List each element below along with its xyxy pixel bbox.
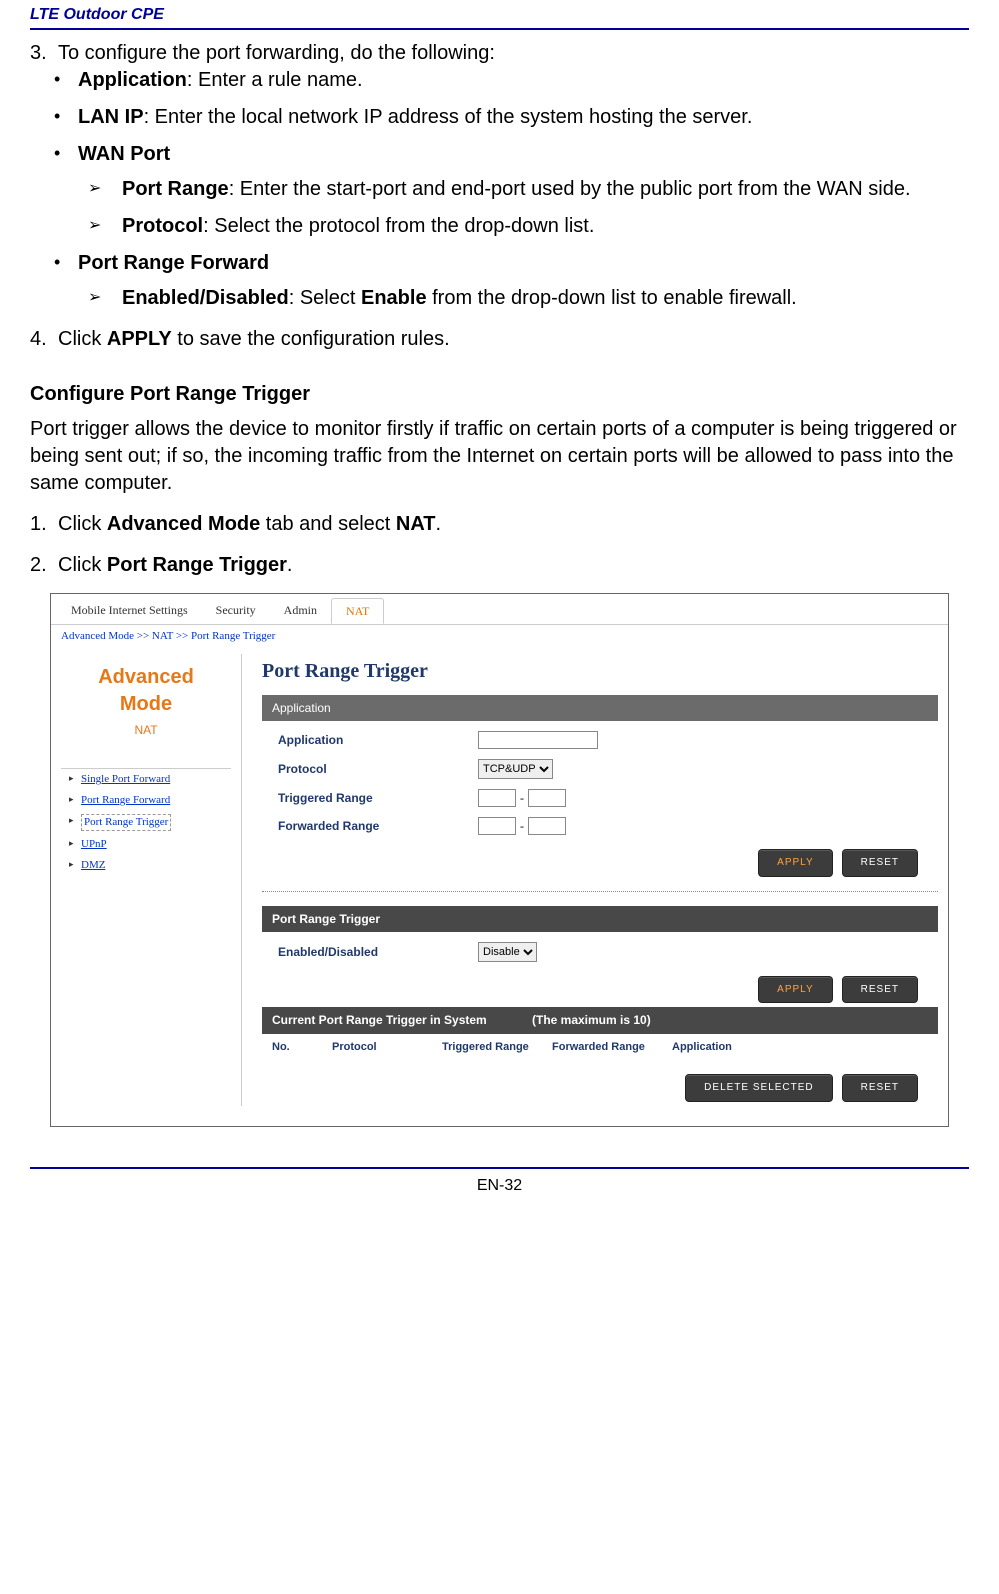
- breadcrumb: Advanced Mode >> NAT >> Port Range Trigg…: [51, 625, 948, 644]
- col-protocol: Protocol: [332, 1040, 442, 1055]
- label-enabled-disabled: Enabled/Disabled: [278, 944, 478, 960]
- label-protocol: Protocol: [278, 761, 478, 777]
- step-text: To configure the port forwarding, do the…: [58, 42, 495, 64]
- divider: [262, 891, 938, 892]
- tab-mobile-internet[interactable]: Mobile Internet Settings: [57, 598, 202, 624]
- sidebar-title-2: Mode: [61, 691, 231, 718]
- table-header: No. Protocol Triggered Range Forwarded R…: [262, 1034, 938, 1061]
- document-content: 3.To configure the port forwarding, do t…: [30, 30, 969, 1127]
- tab-security[interactable]: Security: [202, 598, 270, 624]
- label-forwarded-range: Forwarded Range: [278, 818, 478, 834]
- col-application: Application: [672, 1040, 772, 1055]
- current-trigger-bar: Current Port Range Trigger in System (Th…: [262, 1007, 938, 1033]
- panel-title: Port Range Trigger: [262, 654, 938, 695]
- sidebar: Advanced Mode NAT Single Port Forward Po…: [61, 654, 231, 1106]
- step-number: 3.: [30, 40, 58, 67]
- port-range-trigger-bar: Port Range Trigger: [262, 906, 938, 932]
- reset-button[interactable]: RESET: [842, 849, 918, 877]
- bullet-lan-ip: LAN IP: Enter the local network IP addre…: [78, 104, 969, 131]
- col-triggered-range: Triggered Range: [442, 1040, 552, 1055]
- tab-nat[interactable]: NAT: [331, 598, 384, 624]
- section-heading: Configure Port Range Trigger: [30, 381, 969, 408]
- forwarded-range-end-input[interactable]: [528, 817, 566, 835]
- col-forwarded-range: Forwarded Range: [552, 1040, 672, 1055]
- range-separator: -: [516, 818, 528, 834]
- delete-selected-button[interactable]: DELETE SELECTED: [685, 1074, 832, 1102]
- step-1: 1.Click Advanced Mode tab and select NAT…: [30, 511, 969, 538]
- sidebar-link-upnp[interactable]: UPnP: [69, 834, 223, 855]
- page-header: LTE Outdoor CPE: [30, 0, 969, 30]
- step-2: 2.Click Port Range Trigger.: [30, 552, 969, 579]
- bullet-application: Application: Enter a rule name.: [78, 67, 969, 94]
- application-section-bar: Application: [262, 695, 938, 721]
- apply-button[interactable]: APPLY: [758, 849, 833, 877]
- sidebar-title-1: Advanced: [61, 664, 231, 691]
- col-no: No.: [272, 1040, 332, 1055]
- embedded-screenshot: Mobile Internet Settings Security Admin …: [50, 593, 949, 1127]
- sub-enabled-disabled: Enabled/Disabled: Select Enable from the…: [122, 285, 969, 312]
- sidebar-subtitle: NAT: [61, 722, 231, 738]
- sub-protocol: Protocol: Select the protocol from the d…: [122, 213, 969, 240]
- tab-admin[interactable]: Admin: [270, 598, 331, 624]
- bullet-wan-port: WAN Port Port Range: Enter the start-por…: [78, 141, 969, 240]
- sidebar-link-single-port-forward[interactable]: Single Port Forward: [69, 769, 223, 790]
- application-input[interactable]: [478, 731, 598, 749]
- sidebar-link-dmz[interactable]: DMZ: [69, 855, 223, 876]
- label-application: Application: [278, 732, 478, 748]
- section-paragraph: Port trigger allows the device to monito…: [30, 416, 969, 497]
- sub-port-range: Port Range: Enter the start-port and end…: [122, 176, 969, 203]
- bullet-port-range-forward: Port Range Forward Enabled/Disabled: Sel…: [78, 250, 969, 312]
- enabled-disabled-select[interactable]: Disable: [478, 942, 537, 962]
- reset-button-3[interactable]: RESET: [842, 1074, 918, 1102]
- protocol-select[interactable]: TCP&UDP: [478, 759, 553, 779]
- triggered-range-start-input[interactable]: [478, 789, 516, 807]
- page-number: EN-32: [30, 1169, 969, 1207]
- sidebar-link-port-range-forward[interactable]: Port Range Forward: [69, 790, 223, 811]
- reset-button-2[interactable]: RESET: [842, 976, 918, 1004]
- forwarded-range-start-input[interactable]: [478, 817, 516, 835]
- step-4: 4.Click APPLY to save the configuration …: [30, 326, 969, 353]
- range-separator: -: [516, 790, 528, 806]
- apply-button-2[interactable]: APPLY: [758, 976, 833, 1004]
- triggered-range-end-input[interactable]: [528, 789, 566, 807]
- label-triggered-range: Triggered Range: [278, 790, 478, 806]
- sidebar-link-port-range-trigger[interactable]: Port Range Trigger: [69, 811, 223, 834]
- tab-bar: Mobile Internet Settings Security Admin …: [51, 594, 948, 625]
